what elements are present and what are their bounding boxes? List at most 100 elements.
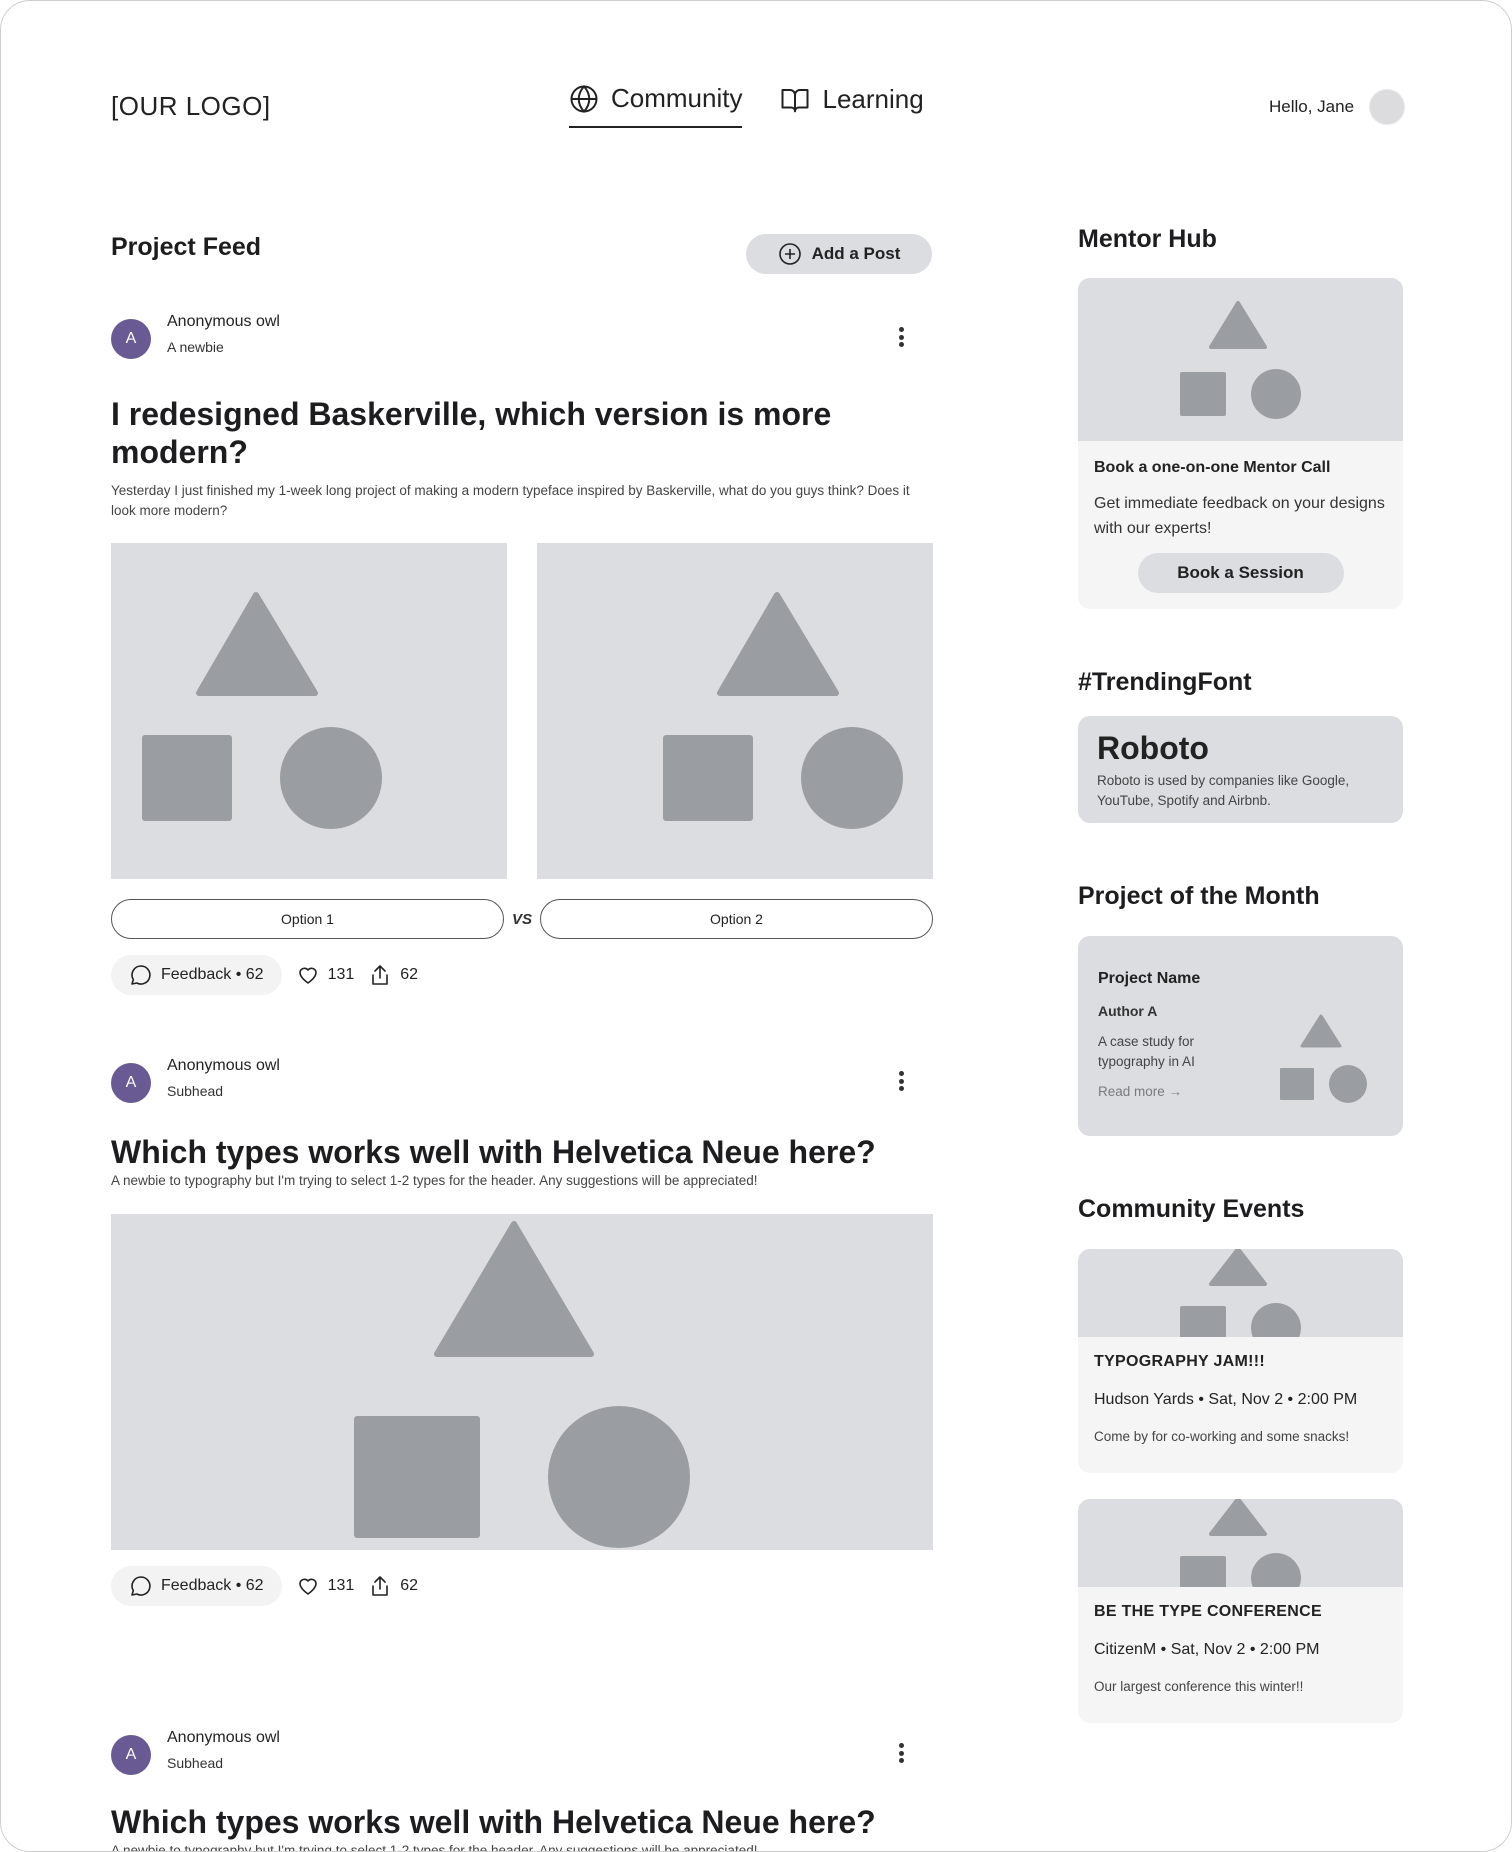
event-card-body: TYPOGRAPHY JAM!!! Hudson Yards • Sat, No… bbox=[1078, 1337, 1403, 1460]
like-count: 131 bbox=[327, 966, 355, 983]
more-options-icon[interactable] bbox=[889, 1067, 913, 1095]
post-image-pair bbox=[111, 543, 933, 879]
post-header: A Anonymous owl Subhead bbox=[111, 1057, 933, 1107]
plus-circle-icon bbox=[778, 243, 801, 265]
post-actions: Feedback • 62 131 62 bbox=[111, 955, 933, 995]
post-author[interactable]: Anonymous owl bbox=[167, 313, 280, 331]
share-icon bbox=[372, 965, 389, 985]
post-card: A Anonymous owl A newbie I redesigned Ba… bbox=[111, 313, 933, 995]
comment-icon bbox=[131, 965, 151, 985]
image-placeholder-icon bbox=[663, 592, 903, 829]
post-image[interactable] bbox=[111, 1214, 933, 1550]
mentor-card-body: Book a one-on-one Mentor Call Get immedi… bbox=[1078, 441, 1403, 609]
add-post-label: Add a Post bbox=[811, 244, 901, 263]
globe-icon bbox=[570, 84, 598, 113]
trending-font-card[interactable]: Roboto Roboto is used by companies like … bbox=[1078, 716, 1403, 823]
option2-image[interactable] bbox=[537, 543, 933, 879]
app-frame: [OUR LOGO] Community Learning Hello, Jan… bbox=[0, 0, 1512, 1852]
nav-community[interactable]: Community bbox=[569, 83, 743, 128]
nav-learning[interactable]: Learning bbox=[780, 83, 924, 128]
event-meta: CitizenM • Sat, Nov 2 • 2:00 PM bbox=[1094, 1641, 1320, 1658]
book-icon bbox=[781, 88, 809, 112]
like-button[interactable]: 131 bbox=[296, 1574, 355, 1598]
post-actions: Feedback • 62 131 62 bbox=[111, 1566, 418, 1606]
heart-icon bbox=[298, 967, 317, 984]
event-name: BE THE TYPE CONFERENCE bbox=[1094, 1603, 1322, 1620]
mentor-hub-title: Mentor Hub bbox=[1078, 225, 1217, 253]
post-avatar[interactable]: A bbox=[111, 319, 151, 359]
nav-learning-label: Learning bbox=[822, 84, 924, 114]
mentor-card-text: Get immediate feedback on your designs w… bbox=[1094, 495, 1385, 537]
potm-author: Author A bbox=[1098, 1003, 1158, 1019]
event-image bbox=[1078, 1499, 1403, 1587]
event-meta: Hudson Yards • Sat, Nov 2 • 2:00 PM bbox=[1094, 1391, 1358, 1408]
option1-image[interactable] bbox=[111, 543, 507, 879]
nav-community-label: Community bbox=[611, 83, 743, 113]
post-title[interactable]: Which types works well with Helvetica Ne… bbox=[111, 1133, 876, 1171]
post-description: A newbie to typography but I'm trying to… bbox=[111, 1173, 758, 1188]
post-avatar[interactable]: A bbox=[111, 1063, 151, 1103]
event-name: TYPOGRAPHY JAM!!! bbox=[1094, 1353, 1266, 1370]
post-card: A Anonymous owl Subhead Which types work… bbox=[111, 1057, 933, 1606]
share-button[interactable]: 62 bbox=[368, 1574, 418, 1598]
more-options-icon[interactable] bbox=[889, 1739, 913, 1767]
add-post-button[interactable]: Add a Post bbox=[746, 234, 932, 274]
trending-font-title: #TrendingFont bbox=[1078, 668, 1252, 696]
trending-font-text: Roboto is used by companies like Google,… bbox=[1097, 773, 1350, 808]
image-placeholder-icon bbox=[1180, 1499, 1301, 1587]
feedback-button[interactable]: Feedback • 62 bbox=[111, 955, 282, 995]
image-placeholder-icon bbox=[1180, 1249, 1301, 1337]
post-author[interactable]: Anonymous owl bbox=[167, 1729, 280, 1747]
poll-options: Option 1 VS Option 2 bbox=[111, 899, 933, 939]
vs-label: VS bbox=[511, 910, 532, 928]
event-card[interactable]: BE THE TYPE CONFERENCE CitizenM • Sat, N… bbox=[1078, 1499, 1403, 1723]
event-card-body: BE THE TYPE CONFERENCE CitizenM • Sat, N… bbox=[1078, 1587, 1403, 1710]
more-options-icon[interactable] bbox=[889, 323, 913, 351]
event-card[interactable]: TYPOGRAPHY JAM!!! Hudson Yards • Sat, No… bbox=[1078, 1249, 1403, 1473]
trending-font-name: Roboto bbox=[1097, 730, 1209, 766]
share-count: 62 bbox=[400, 966, 419, 983]
feedback-button[interactable]: Feedback • 62 bbox=[111, 1566, 282, 1606]
comment-icon bbox=[131, 1576, 151, 1596]
share-icon bbox=[372, 1576, 389, 1596]
post-card: A Anonymous owl Subhead Which types work… bbox=[111, 1729, 933, 1851]
feedback-label: Feedback • 62 bbox=[161, 1577, 264, 1594]
main-nav: Community Learning bbox=[569, 83, 924, 128]
post-subhead: Subhead bbox=[167, 1083, 224, 1099]
logo[interactable]: [OUR LOGO] bbox=[111, 91, 271, 122]
feedback-label: Feedback • 62 bbox=[161, 966, 264, 983]
image-placeholder-icon bbox=[142, 592, 382, 829]
user-avatar[interactable] bbox=[1369, 89, 1405, 125]
share-count: 62 bbox=[400, 1577, 419, 1594]
option1-button[interactable]: Option 1 bbox=[111, 899, 504, 939]
potm-description: A case study for typography in AI bbox=[1098, 1034, 1195, 1069]
post-avatar[interactable]: A bbox=[111, 1735, 151, 1775]
community-events-title: Community Events bbox=[1078, 1195, 1305, 1223]
user-greeting: Hello, Jane bbox=[1269, 97, 1355, 116]
image-placeholder-icon bbox=[354, 1221, 690, 1548]
post-header: A Anonymous owl A newbie bbox=[111, 313, 933, 363]
post-subhead: Subhead bbox=[167, 1755, 224, 1771]
event-description: Come by for co-working and some snacks! bbox=[1094, 1429, 1350, 1444]
image-placeholder-icon bbox=[1180, 301, 1301, 419]
post-title[interactable]: Which types works well with Helvetica Ne… bbox=[111, 1803, 876, 1841]
share-button[interactable]: 62 bbox=[368, 963, 418, 987]
post-description: Yesterday I just finished my 1-week long… bbox=[111, 483, 910, 518]
post-description: A newbie to typography but I'm trying to… bbox=[111, 1843, 758, 1852]
mentor-card-title: Book a one-on-one Mentor Call bbox=[1094, 459, 1331, 476]
post-title[interactable]: I redesigned Baskerville, which version … bbox=[111, 395, 933, 471]
mentor-card: Book a one-on-one Mentor Call Get immedi… bbox=[1078, 278, 1403, 609]
post-author[interactable]: Anonymous owl bbox=[167, 1057, 280, 1075]
feed-title: Project Feed bbox=[111, 233, 262, 261]
event-image bbox=[1078, 1249, 1403, 1337]
potm-card[interactable]: Project Name Author A A case study for t… bbox=[1078, 936, 1403, 1136]
book-session-button[interactable]: Book a Session bbox=[1137, 553, 1344, 593]
option2-button[interactable]: Option 2 bbox=[540, 899, 933, 939]
potm-project-name: Project Name bbox=[1098, 970, 1201, 987]
like-count: 131 bbox=[327, 1577, 355, 1594]
read-more-link[interactable]: Read more → bbox=[1098, 1084, 1182, 1099]
post-header: A Anonymous owl Subhead bbox=[111, 1729, 933, 1779]
mentor-image bbox=[1078, 278, 1403, 441]
heart-icon bbox=[298, 1578, 317, 1595]
like-button[interactable]: 131 bbox=[296, 963, 355, 987]
